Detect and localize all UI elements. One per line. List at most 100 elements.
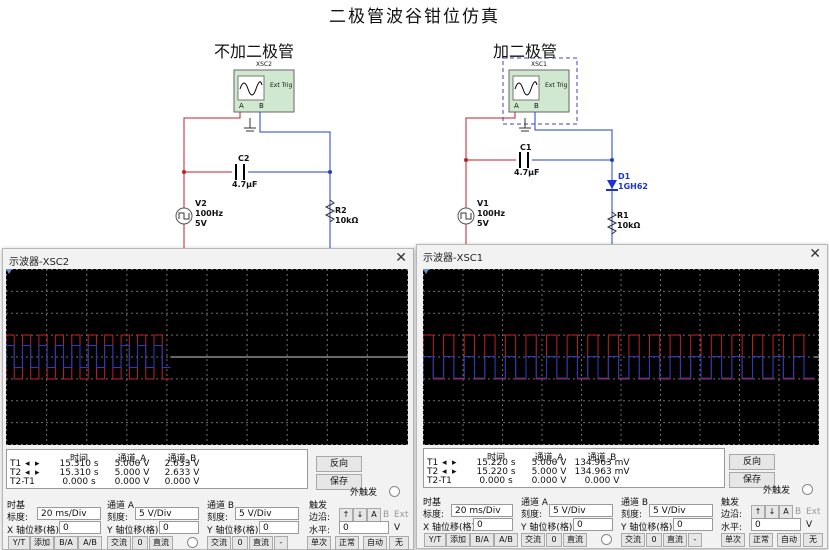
channel-b-minus-button[interactable]: - [688, 533, 702, 547]
add-mode-button[interactable]: 添加 [446, 533, 470, 547]
trigger-source-ext[interactable]: Ext [394, 510, 409, 520]
channel-a-ac-button[interactable]: 交流 [107, 536, 131, 550]
v2-name: V2 [195, 199, 207, 208]
channel-b-scale-label: 刻度: [207, 513, 229, 523]
delta-channel-a: 0.000 V [531, 476, 567, 486]
normal-mode-button[interactable]: 正常 [335, 536, 359, 550]
reverse-button[interactable]: 反向 [316, 456, 362, 472]
v1-amp: 5V [477, 219, 489, 228]
xsc2-label: XSC2 [256, 61, 272, 68]
none-mode-button[interactable]: 无 [389, 536, 409, 550]
delta-time: 0.000 s [479, 476, 513, 486]
channel-a-scale-label: 刻度: [107, 513, 129, 523]
falling-edge-icon[interactable]: ↓ [765, 505, 779, 519]
add-mode-button[interactable]: 添加 [30, 536, 54, 550]
x-position-field[interactable]: 0 [59, 521, 101, 534]
ba-mode-button[interactable]: B/A [54, 536, 78, 550]
xsc1-label: XSC1 [531, 61, 547, 68]
channel-a-radio[interactable] [187, 537, 198, 548]
single-mode-button[interactable]: 单次 [721, 533, 745, 547]
timebase-scale-field[interactable]: 20 ms/Div [37, 507, 101, 520]
trigger-level-unit: V [394, 523, 401, 533]
trigger-source-b[interactable]: B [383, 510, 389, 520]
trigger-level-unit: V [806, 520, 813, 530]
trigger-source-b[interactable]: B [795, 507, 801, 517]
rising-edge-icon[interactable]: ↑ [751, 505, 765, 519]
channel-a-dc-button[interactable]: 直流 [149, 536, 173, 550]
diode-icon [607, 180, 617, 189]
x-position-label: X 轴位移(格): [423, 523, 479, 533]
timebase-scale-label: 标度: [7, 513, 29, 523]
r1-value: 10kΩ [617, 221, 641, 230]
trigger-source-a[interactable]: A [779, 505, 793, 519]
channel-b-zero-button[interactable]: 0 [232, 536, 248, 550]
timebase-scale-field[interactable]: 20 ms/Div [451, 504, 513, 517]
channel-a-scale-field[interactable]: 5 V/Div [549, 504, 613, 517]
scope-screen[interactable] [5, 269, 408, 445]
arrow-right-icon[interactable]: ▸ [35, 468, 40, 478]
ab-mode-button[interactable]: A/B [494, 533, 518, 547]
scope-screen[interactable] [422, 269, 819, 445]
channel-a-radio[interactable] [601, 534, 612, 545]
channel-b-dc-button[interactable]: 直流 [663, 533, 687, 547]
channel-b-ypos-field[interactable]: 0 [259, 521, 299, 534]
channel-a-scale-field[interactable]: 5 V/Div [135, 507, 199, 520]
channel-a-zero-button[interactable]: 0 [546, 533, 562, 547]
channel-a-ypos-field[interactable]: 0 [159, 521, 199, 534]
arrow-right-icon[interactable]: ▸ [452, 467, 457, 477]
close-icon[interactable]: ✕ [809, 246, 821, 262]
delta-time: 0.000 s [62, 477, 96, 487]
channel-b-ac-button[interactable]: 交流 [207, 536, 231, 550]
trigger-level-field[interactable]: 0 [339, 521, 389, 534]
v2-amp: 5V [195, 219, 207, 228]
trigger-source-a[interactable]: A [367, 508, 381, 522]
ext-trigger-label: 外触发 [763, 486, 791, 496]
ext-trigger-radio[interactable] [802, 484, 813, 495]
auto-mode-button[interactable]: 自动 [777, 533, 801, 547]
channel-b-scale-field[interactable]: 5 V/Div [235, 507, 299, 520]
channel-a-zero-button[interactable]: 0 [132, 536, 148, 550]
channel-b-zero-button[interactable]: 0 [646, 533, 662, 547]
channel-b-dc-button[interactable]: 直流 [249, 536, 273, 550]
channel-b-ac-button[interactable]: 交流 [621, 533, 645, 547]
channel-b-minus-button[interactable]: - [274, 536, 288, 550]
v2-freq: 100Hz [195, 209, 224, 218]
row-label-delta: T2-T1 [10, 477, 35, 487]
oscilloscope-window-xsc1[interactable]: 示波器-XSC1 ✕ 时间 通道_A 通道_B T1 ◂ ▸ 15.220 s … [416, 244, 828, 549]
wire-b-d1 [534, 112, 613, 250]
channel-b-ypos-field[interactable]: 0 [673, 518, 713, 531]
yt-mode-button[interactable]: Y/T [424, 533, 446, 547]
trigger-level-field[interactable]: 0 [751, 518, 801, 531]
ab-mode-button[interactable]: A/B [78, 536, 102, 550]
single-mode-button[interactable]: 单次 [307, 536, 331, 550]
close-icon[interactable]: ✕ [395, 250, 407, 266]
junction-dot [464, 158, 468, 162]
c1-name: C1 [520, 143, 532, 152]
pin-a-label: A [514, 102, 519, 110]
x-position-field[interactable]: 0 [473, 518, 513, 531]
channel-a-ac-button[interactable]: 交流 [521, 533, 545, 547]
ba-mode-button[interactable]: B/A [470, 533, 494, 547]
yt-mode-button[interactable]: Y/T [8, 536, 30, 550]
falling-edge-icon[interactable]: ↓ [353, 508, 367, 522]
channel-b-scale-field[interactable]: 5 V/Div [649, 504, 713, 517]
none-mode-button[interactable]: 无 [803, 533, 823, 547]
channel-a-ypos-label: Y 轴位移(格): [107, 526, 162, 536]
reverse-button[interactable]: 反向 [729, 454, 775, 470]
trigger-edge-label: 边沿: [721, 510, 743, 520]
c2-name: C2 [238, 154, 250, 163]
rising-edge-icon[interactable]: ↑ [339, 508, 353, 522]
oscilloscope-window-xsc2[interactable]: 示波器-XSC2 ✕ 时间 通道_A 通道_B T1 ◂ ▸ 15.310 s … [2, 248, 414, 550]
junction-dot [610, 158, 614, 162]
d1-value: 1GH62 [618, 182, 648, 191]
c1-value: 4.7µF [514, 168, 540, 177]
trigger-source-ext[interactable]: Ext [806, 507, 821, 517]
auto-mode-button[interactable]: 自动 [363, 536, 387, 550]
ext-trigger-radio[interactable] [389, 486, 400, 497]
waveform-display [422, 269, 819, 445]
channel-a-dc-button[interactable]: 直流 [563, 533, 587, 547]
timebase-scale-label: 标度: [423, 510, 445, 520]
normal-mode-button[interactable]: 正常 [749, 533, 773, 547]
d1-name: D1 [618, 172, 631, 181]
channel-a-ypos-field[interactable]: 0 [573, 518, 613, 531]
